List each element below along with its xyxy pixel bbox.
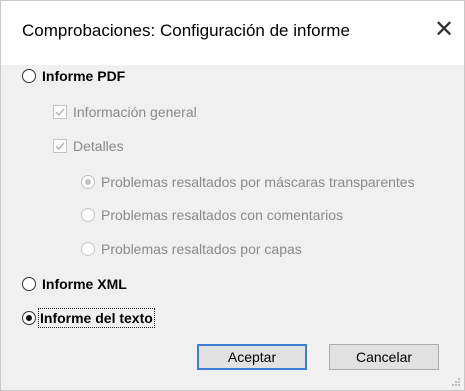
transparent-masks-radio[interactable] bbox=[81, 175, 95, 189]
cancel-button[interactable]: Cancelar bbox=[329, 344, 439, 370]
comments-radio[interactable] bbox=[81, 208, 95, 222]
report-settings-dialog: Comprobaciones: Configuración de informe… bbox=[0, 0, 465, 391]
text-report-option[interactable]: Informe del texto bbox=[22, 308, 155, 328]
accept-button[interactable]: Aceptar bbox=[197, 344, 307, 370]
general-info-label: Información general bbox=[73, 104, 197, 120]
close-icon[interactable]: ✕ bbox=[429, 15, 459, 45]
text-report-radio[interactable] bbox=[22, 311, 36, 325]
details-label: Detalles bbox=[73, 138, 124, 154]
general-info-checkbox[interactable] bbox=[53, 105, 67, 119]
details-option[interactable]: Detalles bbox=[53, 138, 124, 154]
transparent-masks-label: Problemas resaltados por máscaras transp… bbox=[101, 174, 415, 190]
xml-report-option[interactable]: Informe XML bbox=[22, 276, 127, 292]
pdf-report-radio[interactable] bbox=[22, 69, 36, 83]
layers-label: Problemas resaltados por capas bbox=[101, 241, 302, 257]
comments-option[interactable]: Problemas resaltados con comentarios bbox=[81, 207, 343, 223]
layers-option[interactable]: Problemas resaltados por capas bbox=[81, 241, 302, 257]
comments-label: Problemas resaltados con comentarios bbox=[101, 207, 344, 223]
checkmark-icon bbox=[55, 108, 65, 117]
xml-report-radio[interactable] bbox=[22, 277, 36, 291]
layers-radio[interactable] bbox=[81, 242, 95, 256]
checkmark-icon bbox=[55, 142, 65, 151]
title-bar: Comprobaciones: Configuración de informe… bbox=[1, 1, 464, 65]
transparent-masks-option[interactable]: Problemas resaltados por máscaras transp… bbox=[81, 174, 415, 190]
general-info-option[interactable]: Información general bbox=[53, 104, 197, 120]
pdf-report-option[interactable]: Informe PDF bbox=[22, 68, 125, 84]
text-report-label: Informe del texto bbox=[38, 308, 155, 328]
resize-grip-icon[interactable] bbox=[451, 377, 461, 387]
details-checkbox[interactable] bbox=[53, 139, 67, 153]
pdf-report-label: Informe PDF bbox=[42, 68, 126, 84]
dialog-title: Comprobaciones: Configuración de informe bbox=[22, 21, 350, 40]
xml-report-label: Informe XML bbox=[42, 276, 127, 292]
